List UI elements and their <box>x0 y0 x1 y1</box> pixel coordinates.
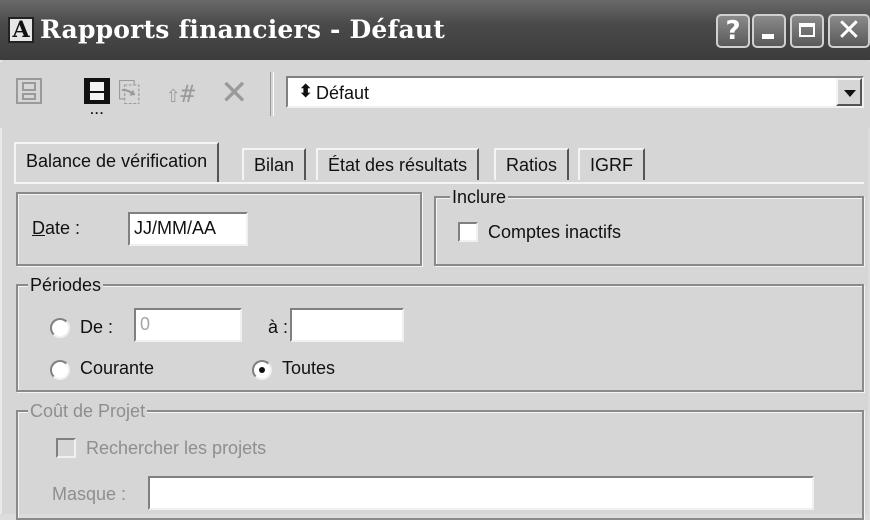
de-radio[interactable] <box>50 318 70 338</box>
pin-icon: ⬍ <box>298 81 314 102</box>
tab-igrf[interactable]: IGRF <box>578 148 645 180</box>
toolbar: ... ⎘ ⇧# ✕ ⬍ Défaut <box>0 62 870 128</box>
maximize-button[interactable] <box>790 14 824 48</box>
tab-bilan[interactable]: Bilan <box>242 148 307 180</box>
cout-projet-title: Coût de Projet <box>28 400 148 422</box>
cout-projet-group: Coût de Projet Rechercher les projets Ma… <box>16 400 864 520</box>
close-button[interactable]: ✕ <box>828 14 870 48</box>
tab-strip-line <box>14 182 864 184</box>
toutes-label: Toutes <box>282 358 336 378</box>
window-title: Rapports financiers - Défaut <box>40 15 446 44</box>
generate-icon[interactable]: ⇧# <box>164 74 202 112</box>
date-field[interactable]: JJ/MM/AA <box>128 212 248 246</box>
masque-field[interactable] <box>148 476 814 510</box>
toolbar-separator <box>270 72 274 116</box>
periodes-title: Périodes <box>28 274 104 296</box>
courante-radio[interactable] <box>50 360 70 380</box>
a-label: à : <box>268 317 289 337</box>
title-bar[interactable]: A Rapports financiers - Défaut ? ✕ <box>0 0 870 60</box>
inclure-group: Inclure Comptes inactifs <box>434 186 864 266</box>
inclure-title: Inclure <box>450 186 509 208</box>
tab-ratios[interactable]: Ratios <box>494 148 570 180</box>
date-label: Date : <box>32 218 81 238</box>
save-disabled-icon[interactable] <box>12 74 50 112</box>
minimize-button[interactable] <box>752 14 786 48</box>
courante-label: Courante <box>80 358 155 378</box>
rechercher-projets-label: Rechercher les projets <box>86 438 267 458</box>
toutes-radio[interactable] <box>252 360 272 380</box>
masque-label: Masque : <box>52 484 127 504</box>
copy-profile-icon[interactable]: ⎘ <box>114 74 152 112</box>
save-as-icon[interactable]: ... <box>80 74 118 117</box>
periodes-group: Périodes De : 0 à : Courante Toutes <box>16 274 864 392</box>
comptes-inactifs-label: Comptes inactifs <box>488 222 622 242</box>
chevron-down-icon[interactable] <box>836 78 862 106</box>
de-label: De : <box>80 317 114 337</box>
profile-selected-value: Défaut <box>316 83 370 103</box>
a-field[interactable] <box>290 308 404 342</box>
app-icon[interactable]: A <box>8 17 34 43</box>
date-group: Date : JJ/MM/AA <box>16 192 422 266</box>
tab-balance-verification[interactable]: Balance de vérification <box>14 142 220 182</box>
profile-dropdown[interactable]: ⬍ Défaut <box>286 76 864 108</box>
delete-icon[interactable]: ✕ <box>214 74 252 112</box>
de-field[interactable]: 0 <box>134 308 242 342</box>
tab-etat-resultats[interactable]: État des résultats <box>316 148 480 180</box>
comptes-inactifs-checkbox[interactable] <box>458 222 478 242</box>
help-button[interactable]: ? <box>716 14 750 48</box>
rechercher-projets-checkbox[interactable] <box>56 438 76 458</box>
